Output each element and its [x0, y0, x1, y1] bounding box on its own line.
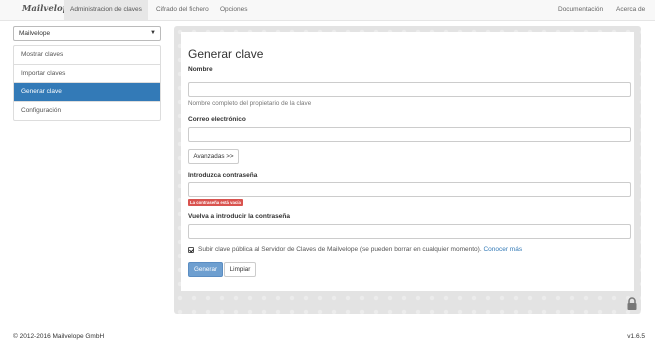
- upload-option: Subir clave pública al Servidor de Clave…: [198, 246, 522, 253]
- top-navbar: Mailvelope Administracion de claves Cifr…: [0, 0, 655, 21]
- version-label: v1.6.5: [627, 333, 645, 340]
- keyring-select-value: Mailvelope: [19, 30, 51, 37]
- main-panel: Generar clave Nombre Nombre completo del…: [174, 26, 641, 314]
- sidebar-item-import-keys[interactable]: Importar claves: [14, 65, 160, 83]
- keyring-select[interactable]: Mailvelope ▼: [13, 26, 161, 41]
- copyright-text: © 2012-2016 Mailvelope GmbH: [13, 333, 105, 340]
- nav-key-management[interactable]: Administracion de claves: [64, 0, 148, 20]
- nav-about[interactable]: Acerca de: [610, 0, 651, 20]
- sidebar-menu: Mostrar claves Importar claves Generar c…: [13, 45, 161, 121]
- nav-file-encryption[interactable]: Cifrado del fichero: [150, 0, 215, 20]
- password-field[interactable]: [188, 182, 631, 197]
- nav-documentation[interactable]: Documentación: [552, 0, 609, 20]
- page-title: Generar clave: [188, 47, 264, 61]
- advanced-button[interactable]: Avanzadas >>: [188, 149, 239, 164]
- name-field[interactable]: [188, 82, 631, 97]
- clear-button[interactable]: Limpiar: [224, 262, 256, 277]
- sidebar-item-show-keys[interactable]: Mostrar claves: [14, 46, 160, 65]
- password-error-badge: La contraseña está vacía: [188, 199, 243, 206]
- password-repeat-field[interactable]: [188, 224, 631, 239]
- name-label: Nombre: [188, 66, 213, 73]
- generate-key-form: Generar clave Nombre Nombre completo del…: [181, 32, 634, 291]
- sidebar-item-generate-key[interactable]: Generar clave: [14, 83, 160, 102]
- email-field[interactable]: [188, 127, 631, 142]
- password-repeat-label: Vuelva a introducir la contraseña: [188, 213, 290, 220]
- caret-down-icon: ▼: [150, 30, 156, 36]
- password-label: Introduzca contraseña: [188, 172, 258, 179]
- upload-checkbox[interactable]: [188, 247, 194, 253]
- name-help-text: Nombre completo del propietario de la cl…: [188, 100, 312, 107]
- learn-more-link[interactable]: Conocer más: [483, 246, 522, 253]
- sidebar-item-settings[interactable]: Configuración: [14, 102, 160, 121]
- generate-button[interactable]: Generar: [188, 262, 223, 277]
- upload-text: Subir clave pública al Servidor de Clave…: [198, 246, 482, 253]
- lock-icon: [627, 297, 637, 310]
- email-label: Correo electrónico: [188, 116, 246, 123]
- nav-options[interactable]: Opciones: [214, 0, 253, 20]
